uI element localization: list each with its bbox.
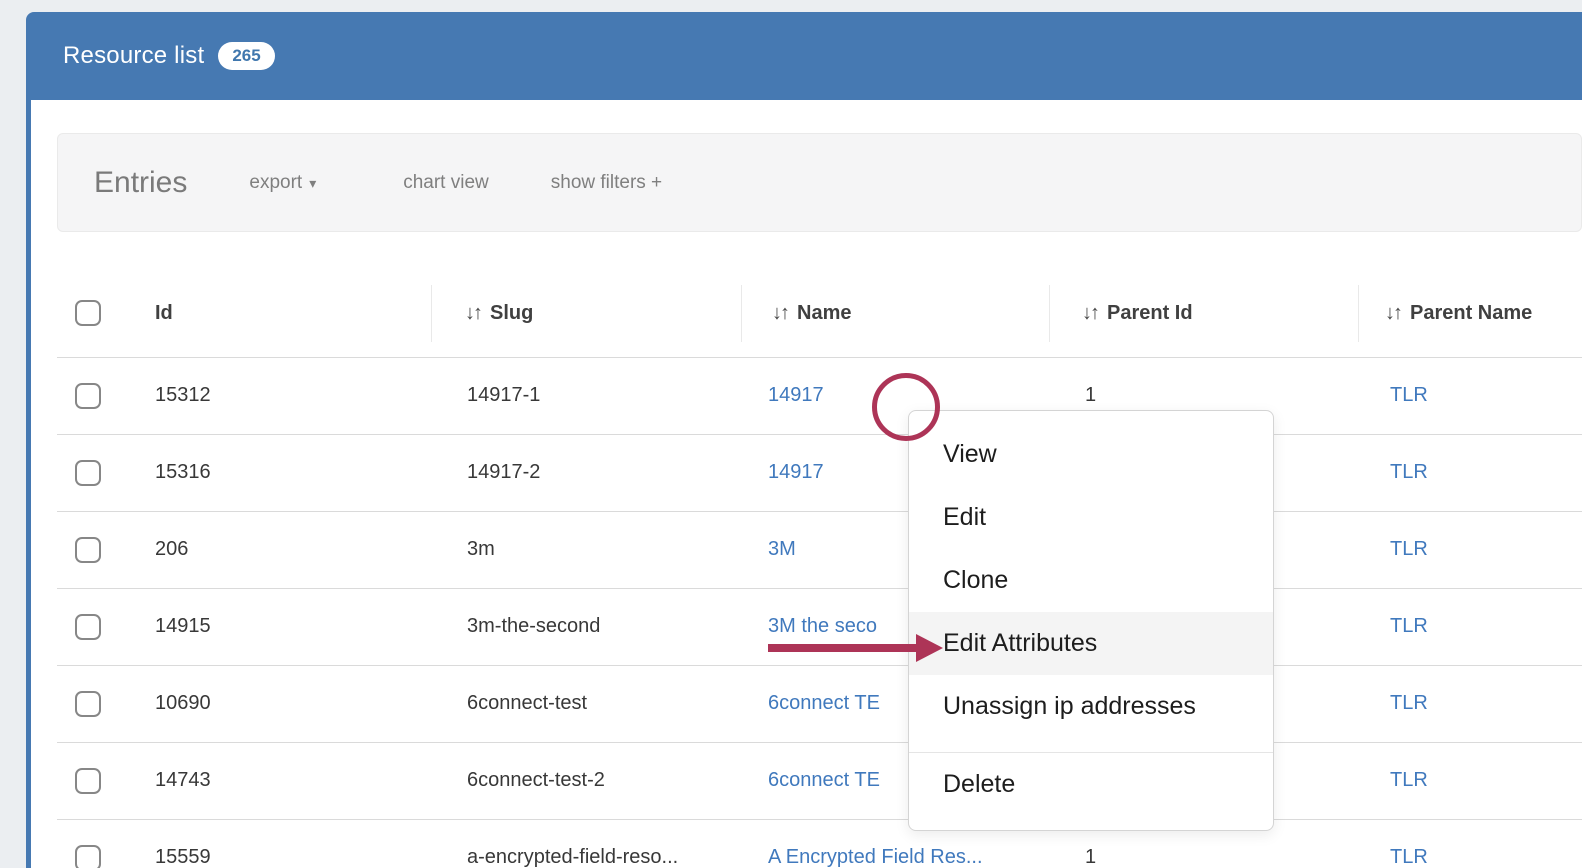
table-header-row: Id ↓↑Slug ↓↑Name ↓↑Parent Id ↓↑Parent Na (57, 270, 1582, 357)
slug-cell: 6connect-test-2 (467, 769, 605, 791)
chevron-down-icon: ▾ (309, 175, 316, 191)
table-row: 14915 3m-the-second 3M the seco TLR (57, 588, 1582, 665)
name-link[interactable]: 3M (768, 538, 796, 560)
row-checkbox[interactable] (75, 691, 101, 717)
column-header-parent-id[interactable]: ↓↑ Parent Id (1049, 270, 1358, 357)
name-link[interactable]: 6connect TE (768, 692, 880, 714)
slug-cell: 3m-the-second (467, 615, 600, 637)
menu-item-unassign-ip-addresses[interactable]: Unassign ip addresses (909, 675, 1273, 738)
table-row: 15316 14917-2 14917 TLR (57, 434, 1582, 511)
table-row: 14743 6connect-test-2 6connect TE TLR (57, 742, 1582, 819)
id-cell: 15316 (155, 461, 211, 483)
column-label: Parent Id (1107, 302, 1193, 324)
menu-item-edit[interactable]: Edit (909, 486, 1273, 549)
id-cell: 10690 (155, 692, 211, 714)
column-label: Name (797, 302, 851, 324)
parent-name-link[interactable]: TLR (1390, 769, 1428, 791)
select-all-checkbox[interactable] (75, 300, 101, 326)
parent-name-link[interactable]: TLR (1390, 538, 1428, 560)
column-label: Id (155, 302, 173, 324)
name-link[interactable]: 6connect TE (768, 769, 880, 791)
entries-table: Id ↓↑Slug ↓↑Name ↓↑Parent Id ↓↑Parent Na (57, 270, 1582, 868)
table-row: 15312 14917-1 14917 1 TLR (57, 357, 1582, 434)
id-cell: 14743 (155, 769, 211, 791)
column-label: Slug (490, 302, 533, 324)
entries-title: Entries (94, 166, 187, 200)
sort-icon: ↓↑ (772, 302, 788, 324)
column-header-id[interactable]: Id (135, 270, 431, 357)
column-header-parent-name[interactable]: ↓↑ Parent Name (1358, 270, 1582, 357)
count-badge: 265 (218, 42, 274, 70)
column-header-slug[interactable]: ↓↑ Slug (431, 270, 741, 357)
row-checkbox[interactable] (75, 614, 101, 640)
parent-id-cell: 1 (1085, 846, 1096, 868)
chart-view-button[interactable]: chart view (403, 172, 489, 194)
parent-name-link[interactable]: TLR (1390, 615, 1428, 637)
name-link[interactable]: 14917 (768, 461, 824, 483)
row-checkbox[interactable] (75, 537, 101, 563)
slug-cell: 14917-1 (467, 384, 540, 406)
parent-id-cell: 1 (1085, 384, 1096, 406)
id-cell: 15559 (155, 846, 211, 868)
parent-name-link[interactable]: TLR (1390, 846, 1428, 868)
slug-cell: 6connect-test (467, 692, 587, 714)
slug-cell: a-encrypted-field-reso... (467, 846, 678, 868)
name-link[interactable]: 3M the seco (768, 615, 877, 637)
row-checkbox[interactable] (75, 845, 101, 868)
menu-item-edit-attributes[interactable]: Edit Attributes (909, 612, 1273, 675)
show-filters-button[interactable]: show filters + (551, 172, 662, 194)
parent-name-link[interactable]: TLR (1390, 692, 1428, 714)
id-cell: 15312 (155, 384, 211, 406)
id-cell: 14915 (155, 615, 211, 637)
menu-item-clone[interactable]: Clone (909, 549, 1273, 612)
sort-icon: ↓↑ (1385, 302, 1401, 324)
table-body: 15312 14917-1 14917 1 TLR 15316 14917-2 14917 TL… (57, 357, 1582, 868)
resource-list-panel: Resource list 265 Entries export ▾ chart … (26, 12, 1582, 868)
export-button[interactable]: export ▾ (249, 172, 316, 194)
menu-item-delete[interactable]: Delete (909, 753, 1273, 816)
page-title: Resource list (63, 42, 204, 70)
row-checkbox[interactable] (75, 383, 101, 409)
row-checkbox[interactable] (75, 768, 101, 794)
table-row: 206 3m 3M TLR (57, 511, 1582, 588)
table-row: 10690 6connect-test 6connect TE TLR (57, 665, 1582, 742)
slug-cell: 3m (467, 538, 495, 560)
menu-item-view[interactable]: View (909, 423, 1273, 486)
column-header-name[interactable]: ↓↑ Name (741, 270, 1049, 357)
panel-body: Entries export ▾ chart view show filters … (26, 100, 1582, 868)
column-label: Parent Name (1410, 302, 1532, 324)
sort-icon: ↓↑ (465, 302, 481, 324)
id-cell: 206 (155, 538, 188, 560)
slug-cell: 14917-2 (467, 461, 540, 483)
name-link[interactable]: A Encrypted Field Res... (768, 846, 983, 868)
parent-name-link[interactable]: TLR (1390, 461, 1428, 483)
name-link[interactable]: 14917 (768, 384, 824, 406)
row-checkbox[interactable] (75, 460, 101, 486)
export-label: export (249, 172, 302, 193)
row-context-menu: ViewEditCloneEdit AttributesUnassign ip … (908, 410, 1274, 831)
sort-icon: ↓↑ (1082, 302, 1098, 324)
entries-toolbar: Entries export ▾ chart view show filters … (57, 133, 1582, 232)
parent-name-link[interactable]: TLR (1390, 384, 1428, 406)
panel-header: Resource list 265 (26, 12, 1582, 100)
table-row: 15559 a-encrypted-field-reso... A Encrypte… (57, 819, 1582, 868)
